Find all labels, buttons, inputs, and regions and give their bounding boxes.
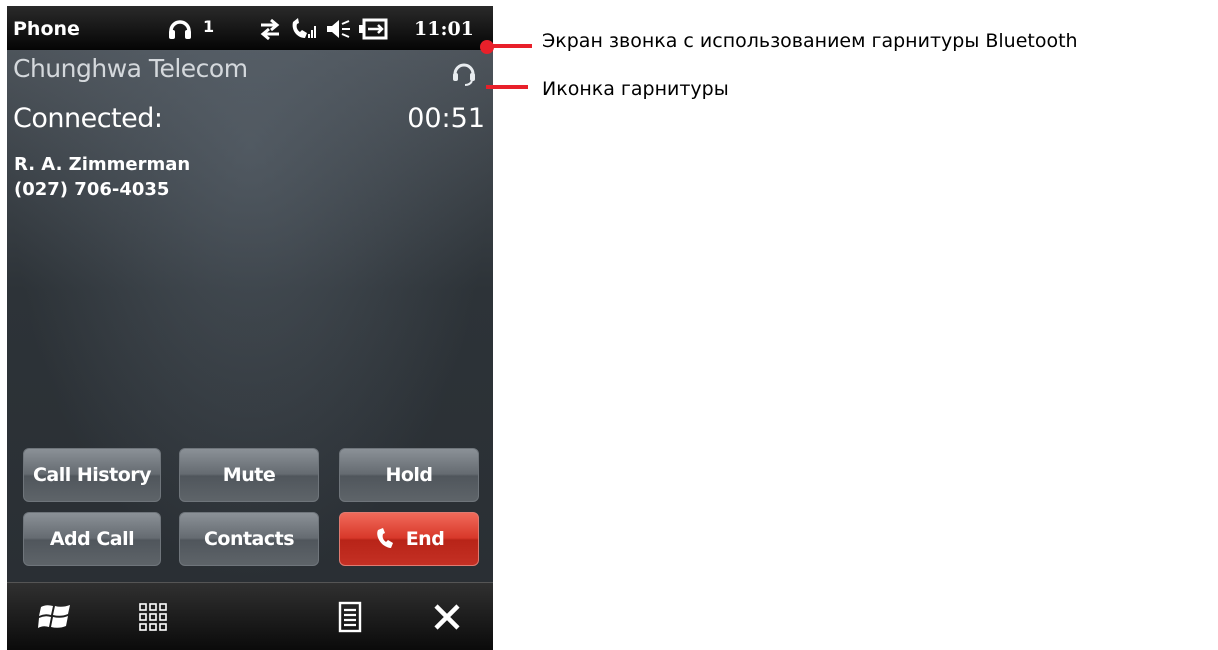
phone-screen: Phone 1 11:01 Chunghwa Telecom Connected…	[7, 6, 493, 650]
end-call-label: End	[405, 528, 445, 550]
data-transfer-icon	[257, 16, 283, 46]
battery-icon	[357, 16, 389, 46]
app-title: Phone	[13, 18, 80, 40]
carrier-name: Chunghwa Telecom	[13, 54, 248, 83]
contact-name: R. A. Zimmerman	[14, 154, 191, 175]
annotation-line	[486, 85, 528, 89]
line-indicator: 1	[203, 17, 215, 36]
menu-icon[interactable]	[331, 597, 371, 637]
clock: 11:01	[414, 18, 474, 40]
annotation-line	[492, 44, 532, 48]
hold-button[interactable]: Hold	[339, 448, 479, 502]
close-icon[interactable]	[427, 597, 467, 637]
keypad-icon[interactable]	[133, 597, 173, 637]
signal-icon	[289, 16, 317, 46]
annotation-bluetooth-screen: Экран звонка с использованием гарнитуры …	[542, 30, 1078, 52]
add-call-button[interactable]: Add Call	[23, 512, 161, 566]
headset-icon	[167, 16, 193, 46]
call-status: Connected:	[13, 103, 163, 134]
contacts-button[interactable]: Contacts	[179, 512, 319, 566]
windows-start-icon[interactable]	[35, 597, 75, 637]
end-call-button[interactable]: End	[339, 512, 479, 566]
bottom-toolbar	[7, 582, 493, 650]
headset-icon	[451, 60, 477, 90]
call-history-button[interactable]: Call History	[23, 448, 161, 502]
annotation-headset-icon: Иконка гарнитуры	[542, 78, 729, 100]
volume-icon	[325, 16, 351, 46]
phone-handset-icon	[374, 528, 396, 550]
call-area: Chunghwa Telecom Connected: 00:51 R. A. …	[7, 50, 493, 582]
contact-number: (027) 706-4035	[14, 179, 170, 200]
call-timer: 00:51	[407, 103, 485, 134]
status-bar: Phone 1 11:01	[7, 6, 493, 50]
mute-button[interactable]: Mute	[179, 448, 319, 502]
